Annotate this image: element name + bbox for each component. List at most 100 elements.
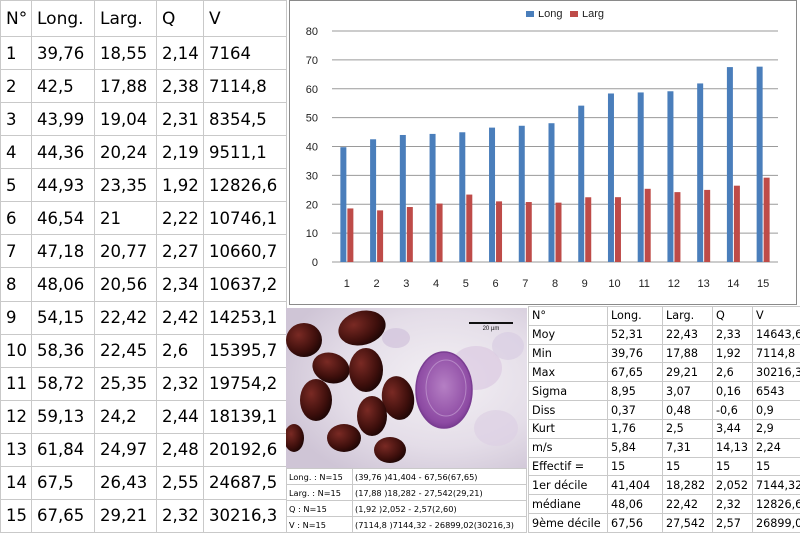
table-cell: 17,88 xyxy=(662,343,713,364)
table-cell: 46,54 xyxy=(31,201,95,236)
range-stats-row: V : N=15 (7114,8 )7144,32 - 26899,02(3021… xyxy=(286,516,527,533)
table-cell: 44,36 xyxy=(31,135,95,170)
table-cell: 2,32 xyxy=(712,494,753,515)
table-cell: Q : N=15 xyxy=(286,500,353,517)
spore xyxy=(300,379,332,421)
table-cell: 24,2 xyxy=(94,399,157,434)
table-cell: Sigma xyxy=(528,381,608,402)
table-cell: 12826,6 xyxy=(203,168,287,203)
table-cell: 30216,3 xyxy=(752,362,800,383)
table-cell: 47,18 xyxy=(31,234,95,269)
table-cell: 0,16 xyxy=(712,381,753,402)
table-cell: 2,6 xyxy=(712,362,753,383)
table-cell: 7114,8 xyxy=(203,69,287,104)
table-cell: 2,24 xyxy=(752,437,800,458)
table-cell: 15395,7 xyxy=(203,333,287,368)
table-cell: 8,95 xyxy=(607,381,663,402)
table-cell: 2,38 xyxy=(156,69,204,104)
table-cell: 19,04 xyxy=(94,102,157,137)
table-cell: 67,5 xyxy=(31,465,95,500)
table-cell: 24,97 xyxy=(94,432,157,467)
header-cell: N° xyxy=(0,0,32,38)
table-cell: 10 xyxy=(0,333,32,368)
table-cell: 43,99 xyxy=(31,102,95,137)
table-cell: 7 xyxy=(0,234,32,269)
bar-long xyxy=(429,133,436,262)
table-cell: 14643,6 xyxy=(752,324,800,345)
x-tick-label: 13 xyxy=(698,278,710,290)
table-cell: 10746,1 xyxy=(203,201,287,236)
bar-larg xyxy=(525,202,532,262)
summary-table-row: Kurt 1,76 2,5 3,44 2,9 xyxy=(528,418,800,439)
table-cell: 4 xyxy=(0,135,32,170)
table-cell: 8 xyxy=(0,267,32,302)
table-cell: 20,24 xyxy=(94,135,157,170)
table-cell: 9511,1 xyxy=(203,135,287,170)
table-cell: 2,44 xyxy=(156,399,204,434)
table-cell: 15 xyxy=(607,456,663,477)
table-cell: 2,55 xyxy=(156,465,204,500)
x-tick-label: 10 xyxy=(608,278,620,290)
micrograph-svg: 20 µm xyxy=(286,308,527,468)
bar-larg xyxy=(704,189,711,262)
table-cell: 17,88 xyxy=(94,69,157,104)
y-tick-label: 0 xyxy=(312,257,318,269)
table-cell: 58,36 xyxy=(31,333,95,368)
measurements-table-row: 6 46,54 21 2,22 10746,1 xyxy=(0,201,287,236)
table-cell: 19754,2 xyxy=(203,366,287,401)
table-cell: 12826,6 xyxy=(752,494,800,515)
measurements-table-row: 12 59,13 24,2 2,44 18139,1 xyxy=(0,399,287,434)
summary-table-row: Max 67,65 29,21 2,6 30216,3 xyxy=(528,362,800,383)
table-cell: 25,35 xyxy=(94,366,157,401)
table-cell: 39,76 xyxy=(607,343,663,364)
y-tick-label: 10 xyxy=(306,228,318,240)
bar-long xyxy=(697,83,704,262)
y-tick-label: 50 xyxy=(306,113,318,125)
table-cell: 11 xyxy=(0,366,32,401)
table-cell: 2,22 xyxy=(156,201,204,236)
table-cell: 8354,5 xyxy=(203,102,287,137)
bar-long xyxy=(489,127,496,262)
table-cell: 0,48 xyxy=(662,400,713,420)
table-cell: 2,34 xyxy=(156,267,204,302)
summary-table-row: Diss 0,37 0,48 -0,6 0,9 xyxy=(528,400,800,420)
range-stats-table: Long. : N=15 (39,76 )41,404 - 67,56(67,65… xyxy=(286,468,527,533)
table-cell: 39,76 xyxy=(31,36,95,71)
summary-table-row: Moy 52,31 22,43 2,33 14643,6 xyxy=(528,324,800,345)
table-cell: -0,6 xyxy=(712,400,753,420)
bar-chart-svg: 010203040506070801 2 3 4 5 6 7 8 9 10 11 12 13 14 15Lo… xyxy=(290,1,796,290)
table-cell: 48,06 xyxy=(607,494,663,515)
table-cell: 7144,32 xyxy=(752,475,800,496)
table-cell: 10660,7 xyxy=(203,234,287,269)
table-cell: 29,21 xyxy=(662,362,713,383)
table-cell: 20,77 xyxy=(94,234,157,269)
table-cell: 18,282 xyxy=(662,475,713,496)
measurements-table-row: 7 47,18 20,77 2,27 10660,7 xyxy=(0,234,287,269)
bar-long xyxy=(726,67,733,262)
bar-larg xyxy=(674,192,681,262)
table-cell: 2 xyxy=(0,69,32,104)
table-cell: 67,56 xyxy=(607,513,663,533)
table-cell: 1er décile xyxy=(528,475,608,496)
header-cell: N° xyxy=(528,306,608,326)
header-cell: Long. xyxy=(31,0,95,38)
table-cell: 2,48 xyxy=(156,432,204,467)
bar-larg xyxy=(585,197,592,262)
measurements-table-row: 11 58,72 25,35 2,32 19754,2 xyxy=(0,366,287,401)
table-cell: 14253,1 xyxy=(203,300,287,335)
table-cell: 15 xyxy=(712,456,753,477)
table-cell: Effectif = xyxy=(528,456,608,477)
measurements-table-row: 5 44,93 23,35 1,92 12826,6 xyxy=(0,168,287,203)
x-tick-label: 15 xyxy=(757,278,769,290)
x-tick-label: 6 xyxy=(492,278,498,290)
table-cell: Min xyxy=(528,343,608,364)
measurements-table-row: 2 42,5 17,88 2,38 7114,8 xyxy=(0,69,287,104)
table-cell: 22,45 xyxy=(94,333,157,368)
x-tick-label: 2 xyxy=(374,278,380,290)
table-cell: 13 xyxy=(0,432,32,467)
table-cell: médiane xyxy=(528,494,608,515)
table-cell: 2,57 xyxy=(712,513,753,533)
y-tick-label: 30 xyxy=(306,170,318,182)
table-cell: 67,65 xyxy=(607,362,663,383)
table-cell: Moy xyxy=(528,324,608,345)
